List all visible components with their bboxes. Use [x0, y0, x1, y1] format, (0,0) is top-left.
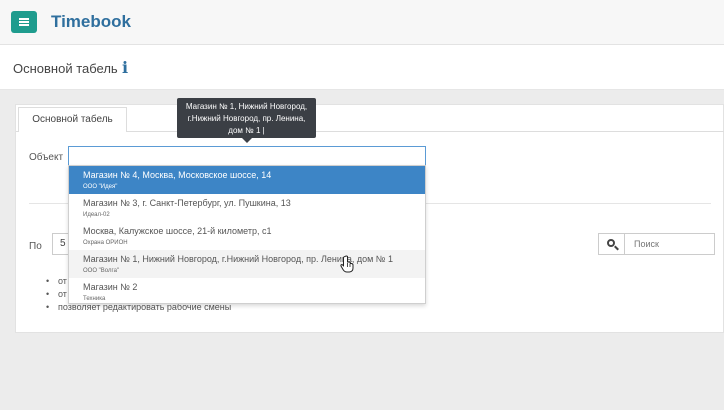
- hand-cursor-icon: [340, 255, 354, 273]
- tooltip-line: дом № 1 |: [228, 126, 265, 135]
- info-icon[interactable]: i: [122, 58, 128, 77]
- dropdown-option[interactable]: Москва, Калужское шоссе, 21-й километр, …: [69, 222, 425, 250]
- page-header: Основной табель i: [0, 45, 724, 90]
- page-title: Основной табель: [13, 61, 118, 76]
- object-dropdown: Магазин № 4, Москва, Московское шоссе, 1…: [68, 165, 426, 304]
- tooltip-line: Магазин № 1, Нижний Новгород,: [185, 102, 308, 111]
- object-select-input[interactable]: [68, 146, 426, 167]
- search-input[interactable]: [625, 233, 715, 255]
- menu-button[interactable]: [11, 11, 37, 33]
- dropdown-option[interactable]: Магазин № 4, Москва, Московское шоссе, 1…: [69, 166, 425, 194]
- dropdown-option[interactable]: Магазин № 2 Техника: [69, 278, 425, 306]
- top-bar: Timebook: [0, 0, 724, 45]
- dropdown-option[interactable]: Магазин № 1, Нижний Новгород, г.Нижний Н…: [69, 250, 425, 278]
- app-brand[interactable]: Timebook: [51, 12, 131, 32]
- tab-main-timesheet[interactable]: Основной табель: [18, 107, 127, 132]
- page-size-label: По: [29, 241, 42, 252]
- tooltip-line: г.Нижний Новгород, пр. Ленина,: [187, 114, 306, 123]
- dropdown-option[interactable]: Магазин № 3, г. Санкт-Петербург, ул. Пуш…: [69, 194, 425, 222]
- hamburger-icon: [19, 18, 29, 26]
- object-label: Объект: [29, 152, 64, 163]
- search-button[interactable]: [598, 233, 625, 255]
- tooltip: Магазин № 1, Нижний Новгород, г.Нижний Н…: [177, 98, 316, 143]
